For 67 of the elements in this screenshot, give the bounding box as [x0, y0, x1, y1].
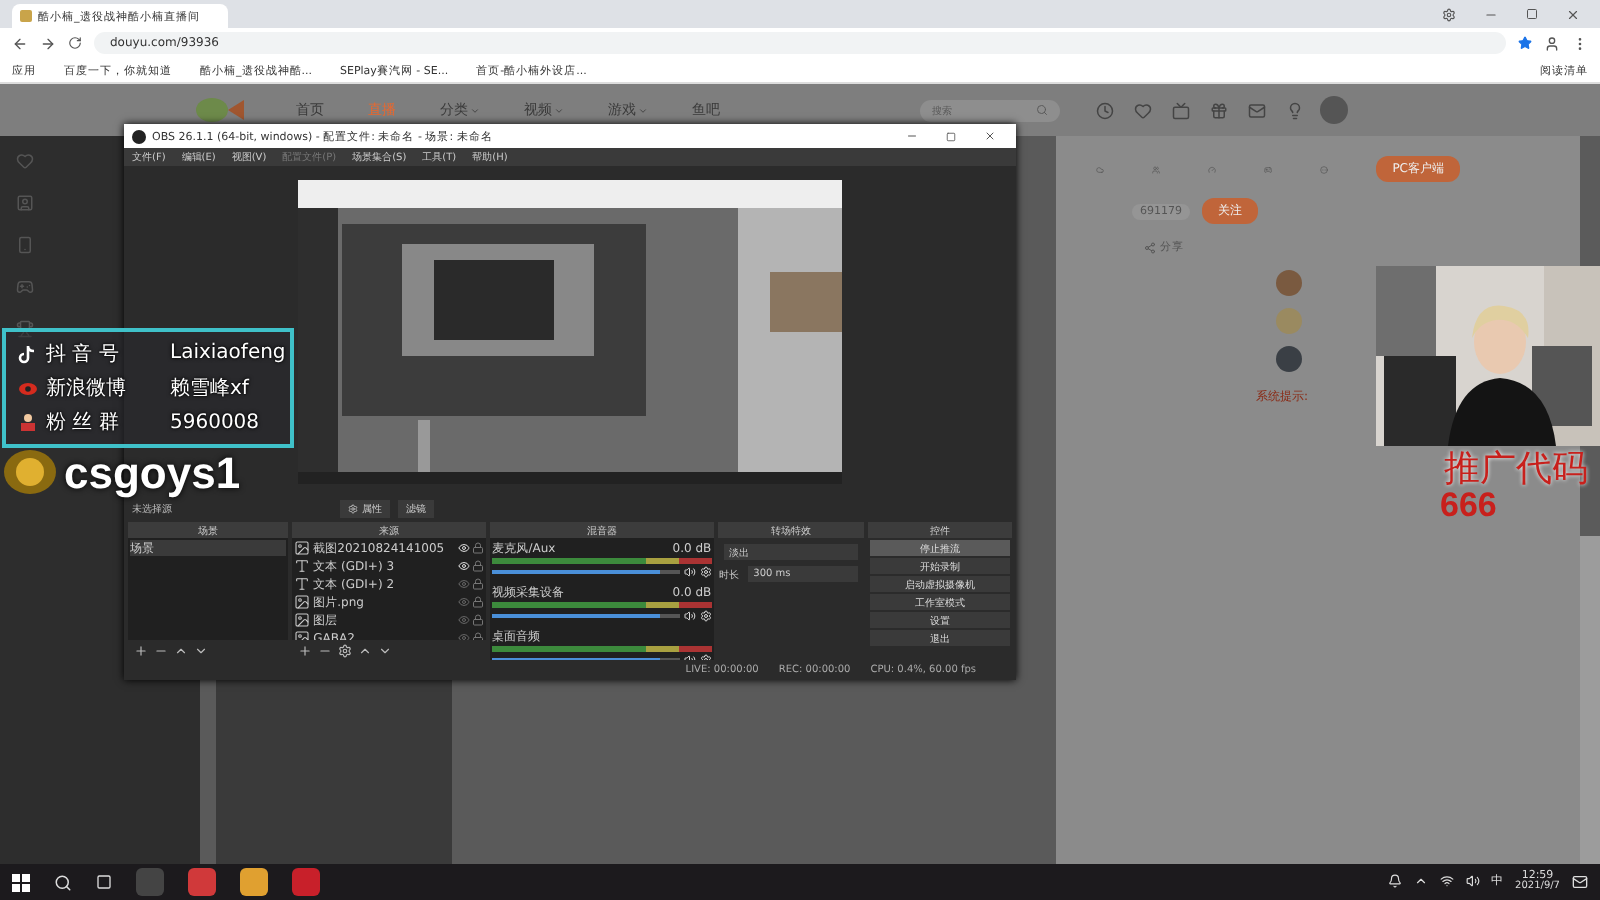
scrollbar[interactable] [1580, 536, 1600, 864]
notification-icon[interactable] [1572, 873, 1588, 890]
down-icon[interactable] [194, 643, 208, 658]
avatar [1276, 346, 1302, 372]
info-value: 赖雪峰xf [170, 375, 252, 402]
forward-icon[interactable] [40, 35, 56, 51]
app-icon[interactable] [292, 868, 320, 896]
info-value: Laixiaofeng [170, 342, 286, 365]
volume-slider[interactable] [492, 614, 680, 619]
group-icon [18, 412, 38, 433]
obs-logo-icon [132, 129, 146, 143]
note-icon [18, 343, 38, 364]
close-icon[interactable] [1566, 7, 1580, 21]
back-icon[interactable] [12, 35, 28, 51]
tv-icon[interactable] [1172, 101, 1190, 119]
caret-icon [470, 105, 480, 115]
browser-icon[interactable] [240, 868, 268, 896]
heart-icon[interactable] [1134, 101, 1152, 119]
task-view-icon[interactable] [96, 874, 112, 890]
clock-icon[interactable] [1096, 101, 1114, 119]
app-icon[interactable] [188, 868, 216, 896]
reload-icon[interactable] [68, 36, 82, 50]
up-icon[interactable] [357, 643, 372, 658]
promo-text: 推广代码 [1444, 446, 1588, 492]
gift-icon[interactable] [1210, 101, 1228, 119]
image-icon [293, 594, 310, 611]
profile-icon[interactable] [1544, 35, 1560, 51]
lock-icon[interactable] [472, 596, 485, 609]
lock-icon[interactable] [472, 614, 485, 627]
trophy-icon[interactable] [16, 320, 34, 338]
avatar [1276, 270, 1302, 296]
eye-logo-icon [18, 378, 40, 397]
caret-icon[interactable] [1413, 874, 1428, 889]
lock-icon[interactable] [472, 578, 485, 591]
info-label: 抖 音 号 [46, 341, 121, 368]
streamer-name: csgoys1 [64, 451, 241, 493]
down-icon[interactable] [377, 643, 392, 658]
text-icon [293, 558, 310, 575]
volume-slider[interactable] [492, 570, 680, 575]
info-label: 新浪微博 [46, 375, 128, 402]
up-icon[interactable] [174, 643, 188, 658]
info-value: 5960008 [170, 411, 262, 434]
caret-icon [638, 105, 648, 115]
text-icon [293, 576, 310, 593]
windows-icon[interactable] [12, 873, 30, 891]
coin-icon [4, 450, 56, 494]
avatar [1276, 308, 1302, 334]
close-icon[interactable] [984, 130, 996, 142]
add-icon[interactable] [297, 643, 312, 658]
add-icon[interactable] [134, 643, 148, 658]
maximize-icon[interactable] [1526, 8, 1538, 20]
maximize-icon[interactable] [946, 131, 956, 141]
minimize-icon[interactable] [906, 130, 918, 142]
bookmark-star-icon[interactable] [1518, 36, 1532, 50]
lock-icon[interactable] [472, 560, 485, 573]
network-icon[interactable] [1439, 874, 1454, 889]
lock-icon[interactable] [472, 632, 485, 641]
share-icon [1144, 241, 1156, 253]
info-label: 粉 丝 群 [46, 409, 121, 437]
lightbulb-icon[interactable] [1286, 101, 1304, 119]
image-icon [293, 540, 310, 557]
bell-icon[interactable] [1387, 874, 1402, 889]
gear-icon [348, 504, 358, 515]
promo-code: 666 [1440, 486, 1497, 526]
mail-icon[interactable] [1248, 101, 1266, 119]
lock-icon[interactable] [472, 542, 485, 555]
caret-icon [554, 105, 564, 115]
